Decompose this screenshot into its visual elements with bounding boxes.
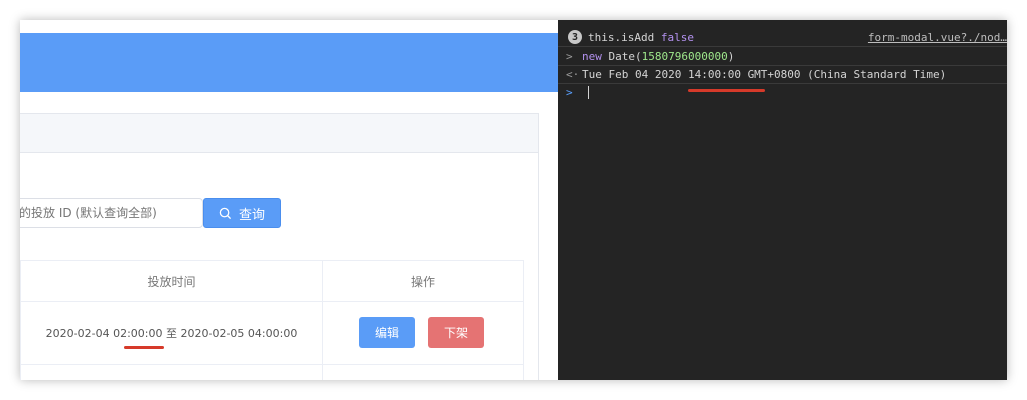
edit-button[interactable]: 编辑 — [359, 317, 415, 348]
search-button-label: 查询 — [238, 207, 265, 223]
output-prompt-icon: <· — [566, 67, 580, 81]
source-link[interactable]: form-modal.vue?./nod… — [868, 31, 1007, 44]
input-prompt-icon: > — [566, 49, 573, 63]
web-page: 查询 投放时间 操作 2020-02-04 02:00:00 至 2020-02… — [20, 20, 558, 380]
data-table: 投放时间 操作 2020-02-04 02:00:00 至 2020-02-05… — [20, 260, 524, 380]
output-value[interactable]: Tue Feb 04 2020 14:00:00 GMT+0800 (China… — [582, 68, 946, 81]
text-cursor — [588, 85, 589, 99]
table-row — [21, 365, 523, 380]
console-log-line: 3 this.isAdd false form-modal.vue?./nod… — [558, 28, 1007, 47]
log-value: false — [660, 30, 694, 44]
current-prompt-icon: > — [566, 85, 573, 99]
console-output-line: <· Tue Feb 04 2020 14:00:00 GMT+0800 (Ch… — [558, 65, 1007, 84]
card-header — [20, 114, 538, 153]
console-input-line: > new Date( 1580796000000 ) — [558, 47, 1007, 66]
search-input[interactable] — [20, 198, 203, 228]
table-header-row: 投放时间 操作 — [21, 261, 523, 302]
offline-button[interactable]: 下架 — [428, 317, 484, 348]
time-range-cell: 2020-02-04 02:00:00 至 2020-02-05 04:00:0… — [45, 327, 298, 340]
keyword-new: new — [582, 49, 602, 63]
search-button[interactable]: 查询 — [203, 198, 281, 228]
table-row: 2020-02-04 02:00:00 至 2020-02-05 04:00:0… — [21, 302, 523, 365]
repeat-count-badge: 3 — [568, 30, 582, 44]
timestamp-arg: 1580796000000 — [641, 49, 728, 63]
screenshot-frame: 查询 投放时间 操作 2020-02-04 02:00:00 至 2020-02… — [20, 20, 1007, 380]
header-bar — [20, 33, 558, 92]
log-expression: this.isAdd — [588, 30, 655, 44]
annotation-underline — [124, 346, 164, 349]
column-header-actions: 操作 — [322, 261, 523, 301]
console-prompt-line[interactable]: > — [558, 83, 1007, 101]
actions-cell — [322, 302, 523, 364]
column-header-time: 投放时间 — [147, 274, 196, 289]
close-paren: ) — [727, 49, 735, 63]
date-call: Date( — [601, 49, 642, 63]
search-icon — [219, 207, 232, 219]
devtools-console: 3 this.isAdd false form-modal.vue?./nod…… — [558, 20, 1007, 380]
actions-cell — [322, 365, 523, 380]
